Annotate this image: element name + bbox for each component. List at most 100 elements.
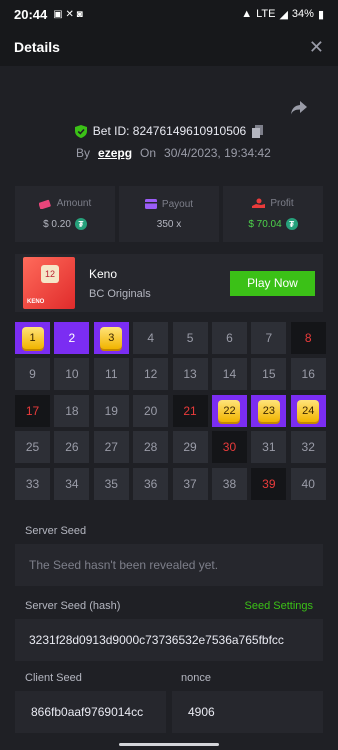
keno-thumb-label: KENO [27,299,45,305]
amount-label: Amount [56,198,92,209]
wallet-icon [144,199,157,209]
server-seed-hash-label: Server Seed (hash) [25,600,121,612]
keno-hit-chip: 22 [218,399,241,422]
copy-icon[interactable] [252,124,264,138]
keno-cell[interactable]: 6 [211,322,247,354]
keno-cell[interactable]: 28 [133,431,169,464]
home-indicator [119,743,219,746]
server-seed-hash-field[interactable]: 3231f28d0913d9000c73736532e7536a765fbfcc [15,619,323,661]
nonce-field[interactable]: 4906 [172,691,323,733]
keno-cell[interactable]: 25 [15,431,50,464]
keno-cell[interactable]: 11 [93,358,129,391]
usdt-coin-icon: ₮ [285,218,298,230]
stat-profit: Profit $ 70.04 ₮ [223,186,323,242]
client-seed-value: 866fb0aaf9769014cc [31,705,144,719]
keno-cell[interactable]: 32 [290,431,326,464]
keno-cell[interactable]: 17 [15,394,50,427]
server-seed-value: The Seed hasn't been revealed yet. [29,558,219,572]
stat-payout: Payout 350 x [119,186,219,242]
page-title: Details [14,39,60,55]
keno-cell[interactable]: 21 [172,394,208,427]
notification-icons: ▣ ✕ ◙ [53,8,83,20]
keno-cell[interactable]: 18 [54,394,90,427]
nonce-value: 4906 [188,705,215,719]
client-seed-label: Client Seed [25,672,82,684]
signal-icon: ▲ [241,8,253,20]
keno-cell[interactable]: 8 [290,322,326,354]
share-icon[interactable] [290,100,308,116]
keno-cell[interactable]: 38 [211,467,247,500]
keno-cell[interactable]: 12 [133,358,169,391]
network-label: LTE [256,8,276,20]
keno-board: 1 2 3 4 5 6 7 8 9 10 11 12 13 14 15 16 17 18 19 20 21 22 23 24 2… [15,322,326,500]
game-name: Keno [89,266,118,281]
keno-hit-chip: 24 [297,399,320,422]
stat-amount: Amount $ 0.20 ₮ [15,186,115,242]
payout-label: Payout [161,198,194,210]
keno-cell[interactable]: 36 [133,467,169,500]
wifi-icon: ◢ [279,8,288,21]
keno-cell[interactable]: 35 [93,467,129,500]
game-provider: BC Originals [89,287,151,300]
bet-datetime: 30/4/2023, 19:34:42 [164,146,271,160]
close-icon[interactable]: ✕ [309,37,324,58]
bet-stats: Amount $ 0.20 ₮ Payout 350 x Profit $ 70… [15,186,323,242]
profit-value: $ 70.04 [248,218,282,230]
keno-hit-chip: 1 [21,327,44,349]
keno-hit-chip: 23 [257,399,280,422]
keno-cell[interactable]: 7 [251,322,287,354]
keno-cell[interactable]: 15 [251,358,287,391]
battery-percent: 34% [291,8,314,20]
seed-settings-link[interactable]: Seed Settings [245,600,314,612]
keno-cell[interactable]: 10 [54,358,90,391]
keno-thumb-tile: 12 [41,265,59,283]
keno-cell[interactable]: 20 [133,394,169,427]
keno-cell[interactable]: 1 [15,322,50,354]
status-bar: 20:44 ▣ ✕ ◙ ▲ LTE ◢ 34% ▮ [0,0,338,28]
keno-cell[interactable]: 22 [211,394,247,427]
keno-cell[interactable]: 39 [251,467,287,500]
bet-id-line: Bet ID: 82476149610910506 [0,124,338,138]
keno-cell[interactable]: 27 [93,431,129,464]
on-label: On [140,146,157,160]
keno-cell[interactable]: 3 [93,322,129,354]
bettor-username[interactable]: ezepg [98,146,132,160]
keno-cell[interactable]: 31 [251,431,287,464]
keno-cell[interactable]: 29 [172,431,208,464]
keno-cell[interactable]: 13 [172,358,208,391]
keno-cell[interactable]: 2 [54,322,90,354]
nonce-label: nonce [181,672,211,684]
keno-cell[interactable]: 9 [15,358,50,391]
play-now-button[interactable]: Play Now [230,270,315,296]
by-label: By [76,146,91,160]
keno-cell[interactable]: 16 [290,358,326,391]
details-header: Details ✕ [0,28,338,66]
bet-byline: By ezepg On 30/4/2023, 19:34:42 [76,146,271,160]
client-seed-field[interactable]: 866fb0aaf9769014cc [15,691,166,733]
keno-cell[interactable]: 40 [290,467,326,500]
keno-cell[interactable]: 37 [172,467,208,500]
keno-thumbnail[interactable]: 12 KENO [23,257,75,309]
payout-value: 350 x [156,218,182,230]
amount-value: $ 0.20 [43,218,71,230]
keno-cell[interactable]: 30 [211,431,247,464]
money-icon [38,199,51,209]
bet-id: Bet ID: 82476149610910506 [92,124,247,138]
profit-hand-icon [252,198,266,208]
keno-cell[interactable]: 23 [251,394,287,427]
keno-cell[interactable]: 4 [133,322,169,354]
keno-cell[interactable]: 14 [211,358,247,391]
server-seed-label: Server Seed [25,525,87,537]
keno-cell[interactable]: 5 [172,322,208,354]
server-seed-hash-value: 3231f28d0913d9000c73736532e7536a765fbfcc [29,633,284,647]
keno-cell[interactable]: 26 [54,431,90,464]
battery-icon: ▮ [317,8,324,21]
keno-cell[interactable]: 19 [93,394,129,427]
verified-shield-icon [74,124,87,138]
status-time: 20:44 [14,6,48,22]
keno-cell[interactable]: 33 [15,467,50,500]
keno-cell[interactable]: 34 [54,467,90,500]
keno-cell[interactable]: 24 [290,394,326,427]
profit-label: Profit [270,198,294,209]
status-right: ▲ LTE ◢ 34% ▮ [241,8,324,21]
